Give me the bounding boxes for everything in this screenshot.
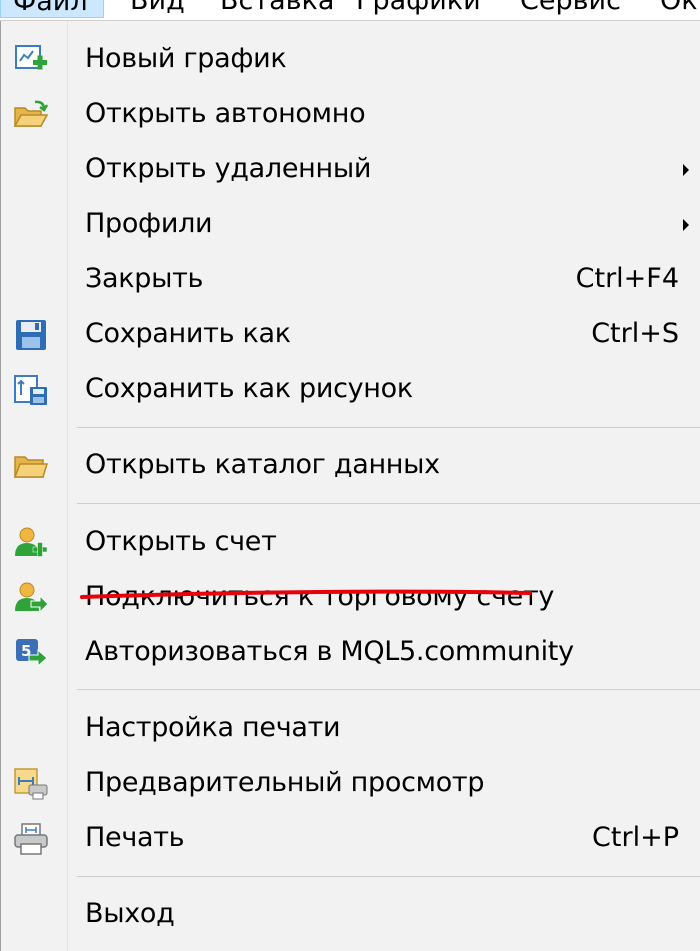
menu-item-label: Печать xyxy=(85,822,185,853)
save-picture-icon xyxy=(13,373,49,407)
menubar-insert[interactable]: Вставка xyxy=(220,0,334,18)
menu-item-save-as[interactable]: Сохранить как Ctrl+S xyxy=(1,310,700,360)
menu-item-label: Открыть счет xyxy=(85,526,277,557)
submenu-arrow-icon xyxy=(683,219,689,231)
open-folder-icon xyxy=(13,98,49,132)
menu-item-open-account[interactable]: Открыть счет xyxy=(1,518,700,568)
menu-item-open-data-folder[interactable]: Открыть каталог данных xyxy=(1,441,700,491)
menubar-window[interactable]: Ок xyxy=(660,0,698,18)
menu-item-new-chart[interactable]: Новый график xyxy=(1,35,700,85)
menu-item-login-mql5[interactable]: 5 Авторизоваться в MQL5.community xyxy=(1,628,700,678)
menu-separator xyxy=(77,427,700,428)
menu-item-label: Открыть автономно xyxy=(85,98,366,129)
menu-item-label: Профили xyxy=(85,208,213,239)
menu-item-label: Предварительный просмотр xyxy=(85,767,485,798)
menu-item-open-remote[interactable]: Открыть удаленный xyxy=(1,145,700,195)
menu-item-profiles[interactable]: Профили xyxy=(1,200,700,250)
user-login-icon xyxy=(13,581,49,615)
print-preview-icon xyxy=(13,767,49,801)
new-chart-icon xyxy=(13,43,49,77)
menu-item-exit[interactable]: Выход xyxy=(1,890,700,940)
menu-item-label: Новый график xyxy=(85,43,287,74)
menu-item-print-preview[interactable]: Предварительный просмотр xyxy=(1,759,700,809)
menu-item-label: Сохранить как xyxy=(85,318,291,349)
menu-item-label: Авторизоваться в MQL5.community xyxy=(85,636,574,667)
menu-item-label: Выход xyxy=(85,898,175,929)
menu-item-label: Открыть удаленный xyxy=(85,153,372,184)
mql5-login-icon: 5 xyxy=(13,636,49,670)
folder-icon xyxy=(13,449,49,483)
menubar-view[interactable]: Вид xyxy=(130,0,185,18)
menu-item-shortcut: Ctrl+F4 xyxy=(575,263,679,294)
menu-item-label: Сохранить как рисунок xyxy=(85,373,413,404)
menu-item-print[interactable]: Печать Ctrl+P xyxy=(1,814,700,864)
floppy-disk-icon xyxy=(13,318,49,352)
printer-icon xyxy=(13,822,49,856)
menu-bar: Файл Вид Вставка Графики Сервис Ок xyxy=(0,0,700,21)
menu-separator xyxy=(77,689,700,690)
menu-item-print-setup[interactable]: Настройка печати xyxy=(1,704,700,754)
file-menu-dropdown: Новый график Открыть автономно Открыть у… xyxy=(0,21,700,951)
menu-item-shortcut: Ctrl+P xyxy=(592,822,679,853)
menu-item-label: Открыть каталог данных xyxy=(85,449,440,480)
menu-item-save-as-picture[interactable]: Сохранить как рисунок xyxy=(1,365,700,415)
menu-separator xyxy=(77,876,700,877)
menu-separator xyxy=(77,503,700,504)
menubar-file[interactable]: Файл xyxy=(0,0,104,18)
submenu-arrow-icon xyxy=(683,164,689,176)
menubar-charts[interactable]: Графики xyxy=(356,0,481,18)
menu-item-label: Закрыть xyxy=(85,263,204,294)
menu-item-open-offline[interactable]: Открыть автономно xyxy=(1,90,700,140)
menu-item-label: Настройка печати xyxy=(85,712,341,743)
user-add-icon xyxy=(13,526,49,560)
menubar-tools[interactable]: Сервис xyxy=(520,0,621,18)
red-underline-annotation xyxy=(80,589,532,599)
menu-item-close[interactable]: Закрыть Ctrl+F4 xyxy=(1,255,700,305)
menu-item-shortcut: Ctrl+S xyxy=(591,318,679,349)
